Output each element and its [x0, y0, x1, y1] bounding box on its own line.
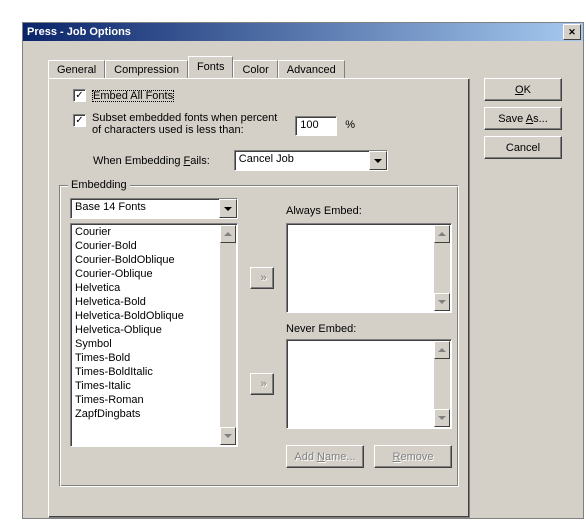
label-embedding-fails: When Embedding Fails: [93, 155, 210, 167]
row-embedding-fails: When Embedding Fails: Cancel Job [93, 150, 459, 171]
tab-fonts[interactable]: Fonts [188, 56, 234, 78]
label-always-embed: Always Embed: [286, 205, 362, 217]
chevron-down-icon [224, 207, 232, 211]
dialog-window: Press - Job Options ✕ General Compressio… [22, 22, 584, 519]
checkbox-subset[interactable]: ✓ [73, 114, 86, 127]
list-item[interactable]: Times-Bold [73, 351, 219, 365]
button-ok[interactable]: OK [484, 78, 562, 101]
scroll-up-button[interactable] [434, 225, 450, 243]
right-button-panel: OK Save As... Cancel [484, 78, 574, 159]
list-item[interactable]: Times-BoldItalic [73, 365, 219, 379]
client-area: General Compression Fonts Color Advanced… [26, 44, 580, 515]
listbox-content [289, 341, 433, 427]
tab-advanced[interactable]: Advanced [278, 60, 345, 79]
groupbox-embedding: Embedding Base 14 Fonts CourierCourier-B… [59, 185, 459, 487]
button-move-to-never[interactable]: » [250, 373, 274, 395]
label-never-embed: Never Embed: [286, 323, 356, 335]
list-item[interactable]: Courier [73, 225, 219, 239]
scroll-track[interactable] [220, 243, 236, 427]
button-add-name[interactable]: Add Name... [286, 445, 364, 468]
listbox-available-fonts[interactable]: CourierCourier-BoldCourier-BoldObliqueCo… [70, 223, 238, 447]
list-item[interactable]: Helvetica-BoldOblique [73, 309, 219, 323]
list-item[interactable]: Times-Italic [73, 379, 219, 393]
chevron-down-icon [374, 159, 382, 163]
tab-general[interactable]: General [48, 60, 105, 79]
embedding-columns: CourierCourier-BoldCourier-BoldObliqueCo… [70, 223, 448, 479]
label-subset: Subset embedded fonts when percent of ch… [92, 112, 277, 136]
scrollbar[interactable] [434, 225, 450, 311]
dropdown-font-source[interactable]: Base 14 Fonts [70, 198, 238, 219]
scroll-track[interactable] [434, 243, 450, 293]
close-button[interactable]: ✕ [563, 24, 581, 40]
tab-strip: General Compression Fonts Color Advanced [48, 58, 345, 78]
close-icon: ✕ [568, 27, 576, 38]
move-right-icon: » [260, 272, 263, 284]
list-item[interactable]: ZapfDingbats [73, 407, 219, 421]
scroll-down-button[interactable] [434, 293, 450, 311]
listbox-always-embed[interactable] [286, 223, 452, 313]
chevron-down-icon [438, 300, 446, 304]
scroll-up-button[interactable] [220, 225, 236, 243]
dropdown-button[interactable] [369, 151, 387, 170]
input-subset-percent[interactable]: 100 [295, 116, 337, 136]
scroll-down-button[interactable] [220, 427, 236, 445]
checkbox-embed-all[interactable]: ✓ [73, 89, 86, 102]
listbox-content: CourierCourier-BoldCourier-BoldObliqueCo… [73, 225, 219, 445]
button-save-as[interactable]: Save As... [484, 107, 562, 130]
row-subset: ✓ Subset embedded fonts when percent of … [73, 112, 459, 136]
list-item[interactable]: Courier-Bold [73, 239, 219, 253]
scroll-track[interactable] [434, 359, 450, 409]
listbox-content [289, 225, 433, 311]
groupbox-legend: Embedding [68, 179, 130, 191]
dropdown-embedding-fails[interactable]: Cancel Job [234, 150, 388, 171]
window-title: Press - Job Options [27, 26, 131, 38]
tab-panel-fonts: ✓ Embed All Fonts ✓ Subset embedded font… [48, 78, 470, 518]
chevron-down-icon [224, 434, 232, 438]
listbox-never-embed[interactable] [286, 339, 452, 429]
dropdown-font-source-value: Base 14 Fonts [71, 199, 219, 218]
chevron-up-icon [224, 232, 232, 236]
tab-color[interactable]: Color [233, 60, 277, 79]
button-remove[interactable]: Remove [374, 445, 452, 468]
scroll-down-button[interactable] [434, 409, 450, 427]
scrollbar[interactable] [434, 341, 450, 427]
chevron-up-icon [438, 232, 446, 236]
list-item[interactable]: Helvetica-Oblique [73, 323, 219, 337]
list-item[interactable]: Times-Roman [73, 393, 219, 407]
button-cancel[interactable]: Cancel [484, 136, 562, 159]
list-item[interactable]: Helvetica-Bold [73, 295, 219, 309]
list-item[interactable]: Symbol [73, 337, 219, 351]
label-percent-sign: % [345, 119, 355, 131]
list-item[interactable]: Courier-Oblique [73, 267, 219, 281]
row-embed-all: ✓ Embed All Fonts [73, 89, 459, 102]
scrollbar[interactable] [220, 225, 236, 445]
chevron-up-icon [438, 348, 446, 352]
list-item[interactable]: Courier-BoldOblique [73, 253, 219, 267]
titlebar: Press - Job Options ✕ [23, 23, 583, 41]
label-embed-all[interactable]: Embed All Fonts [92, 90, 174, 102]
tab-compression[interactable]: Compression [105, 60, 188, 79]
titlebar-buttons: ✕ [563, 24, 581, 40]
move-right-icon: » [260, 378, 263, 390]
desktop: Press - Job Options ✕ General Compressio… [0, 0, 586, 521]
dropdown-button[interactable] [219, 199, 237, 218]
chevron-down-icon [438, 416, 446, 420]
dropdown-embedding-fails-value: Cancel Job [235, 151, 369, 170]
scroll-up-button[interactable] [434, 341, 450, 359]
button-move-to-always[interactable]: » [250, 267, 274, 289]
list-item[interactable]: Helvetica [73, 281, 219, 295]
